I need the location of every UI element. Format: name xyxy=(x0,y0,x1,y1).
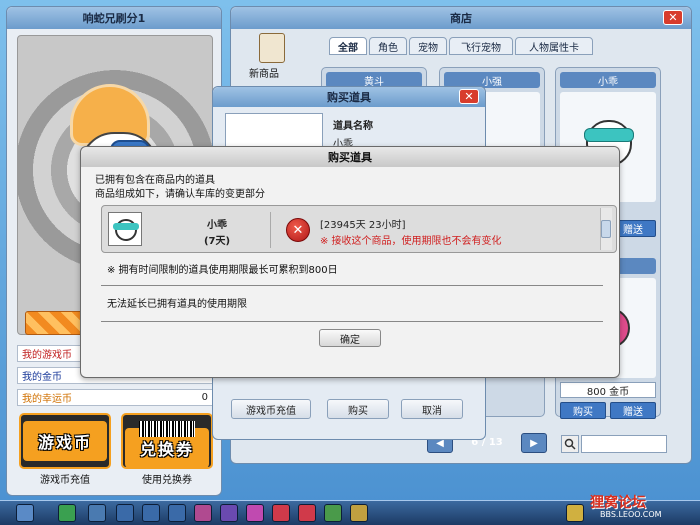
dialog-line1: 已拥有包含在商品内的道具 xyxy=(95,175,215,186)
notes-icon[interactable] xyxy=(566,504,584,522)
goggle-icon xyxy=(584,128,634,142)
divider xyxy=(270,212,271,248)
racetrack-icon xyxy=(25,311,85,335)
mask-icon[interactable] xyxy=(298,504,316,522)
cancel-button[interactable]: 取消 xyxy=(401,399,463,419)
item-name: 小乖 xyxy=(207,220,227,231)
dialog-line2: 商品组成如下，请确认车库的变更部分 xyxy=(95,189,265,200)
card-title: 小乖 xyxy=(560,72,656,88)
confirm-dialog: 购买道具 已拥有包含在商品内的道具 商品组成如下，请确认车库的变更部分 小乖 (… xyxy=(80,146,620,378)
gift-button[interactable]: 赠送 xyxy=(610,402,656,419)
divider xyxy=(101,321,603,322)
start-icon[interactable] xyxy=(16,504,34,522)
game-coin-caption: 游戏币充值 xyxy=(40,475,90,486)
item-duration: (7天) xyxy=(203,236,231,247)
close-icon: ✕ xyxy=(668,11,678,24)
item-row: 小乖 (7天) ✕ [23945天 23小时] ※ 接收这个商品，使用期限也不会… xyxy=(101,205,617,253)
card-price: 800 金币 xyxy=(560,382,656,398)
chevron-right-icon: ▶ xyxy=(530,437,538,449)
tab-attribute-card[interactable]: 人物属性卡 xyxy=(515,37,593,55)
recharge-button[interactable]: 游戏币充值 xyxy=(231,399,311,419)
search-button[interactable] xyxy=(561,435,579,453)
dialog-title: 购买道具 xyxy=(81,147,619,167)
shop-icon[interactable] xyxy=(88,504,106,522)
tab-all[interactable]: 全部 xyxy=(329,37,367,55)
shop-title: 商店 xyxy=(231,7,691,29)
buy-button[interactable]: 购买 xyxy=(560,402,606,419)
player-name: 响蛇兄刷分1 xyxy=(7,7,221,29)
search-input[interactable] xyxy=(581,435,667,453)
shop-close-button[interactable]: ✕ xyxy=(663,10,683,25)
search-icon xyxy=(564,438,576,450)
time-limit-notice: ※ 拥有时间限制的道具使用期限最长可累积到800日 xyxy=(107,265,338,276)
watermark-sub: BBS.LEOO.COM xyxy=(600,510,662,519)
lucky-coin-label: 我的幸运币 xyxy=(22,394,72,405)
next-page-button[interactable]: ▶ xyxy=(521,433,547,453)
item-thumbnail xyxy=(108,212,142,246)
game-coin-recharge-button[interactable]: 游戏币 xyxy=(19,413,111,469)
tab-flying-pet[interactable]: 飞行宠物 xyxy=(449,37,513,55)
close-icon: ✕ xyxy=(464,90,474,103)
lucky-coin-row: 我的幸运币 0 xyxy=(17,389,213,406)
gift-icon[interactable] xyxy=(194,504,212,522)
purchase-button[interactable]: 购买 xyxy=(327,399,389,419)
buy-close-button[interactable]: ✕ xyxy=(459,89,479,104)
dialog-message: 无法延长已拥有道具的使用期限 xyxy=(107,299,247,310)
item-expiry: [23945天 23小时] xyxy=(320,220,406,231)
new-goods-icon[interactable] xyxy=(259,33,285,63)
goggle-icon xyxy=(113,223,139,230)
game-coin-label: 我的游戏币 xyxy=(22,350,72,361)
barcode-icon xyxy=(139,421,195,437)
game-coin-button-label: 游戏币 xyxy=(23,421,107,461)
error-x-icon: ✕ xyxy=(286,218,310,242)
watermark: 狸窝论坛 xyxy=(590,495,646,511)
buy-title: 购买道具 xyxy=(213,87,485,107)
heart-icon[interactable] xyxy=(246,504,264,522)
mail-icon[interactable] xyxy=(350,504,368,522)
group-icon[interactable] xyxy=(220,504,238,522)
lucky-coin-value: 0 xyxy=(201,392,208,403)
voucher-caption: 使用兑换券 xyxy=(142,475,192,486)
home-icon[interactable] xyxy=(116,504,134,522)
new-goods-label: 新商品 xyxy=(249,69,279,80)
scrollbar-thumb[interactable] xyxy=(601,220,611,238)
divider xyxy=(101,285,603,286)
book-icon[interactable] xyxy=(272,504,290,522)
item-expiry-note: ※ 接收这个商品，使用期限也不会有变化 xyxy=(320,236,502,247)
chat-icon[interactable] xyxy=(324,504,342,522)
tab-pet[interactable]: 宠物 xyxy=(409,37,447,55)
item-name-label: 道具名称 xyxy=(333,121,373,132)
tool-icon[interactable] xyxy=(142,504,160,522)
tab-character[interactable]: 角色 xyxy=(369,37,407,55)
ok-button[interactable]: 确定 xyxy=(319,329,381,347)
back-icon[interactable] xyxy=(58,504,76,522)
clip-icon[interactable] xyxy=(168,504,186,522)
gold-coin-label: 我的金币 xyxy=(22,372,62,383)
